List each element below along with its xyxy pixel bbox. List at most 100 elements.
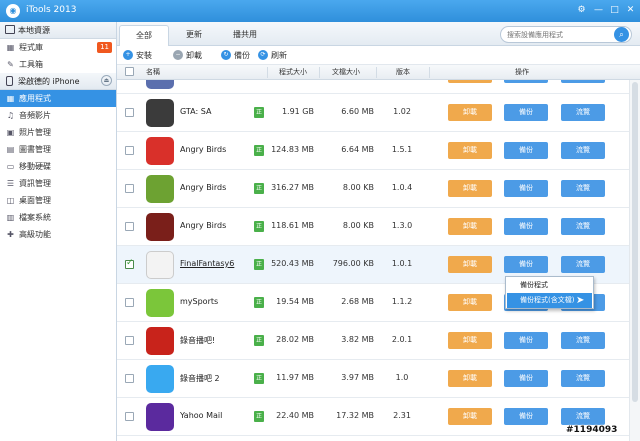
search-input[interactable] <box>500 26 632 43</box>
browse-button[interactable]: 流覽 <box>561 80 605 83</box>
row-checkbox[interactable] <box>125 412 134 421</box>
browse-button[interactable]: 流覽 <box>561 218 605 235</box>
toolbar-button[interactable]: ⟳ 刷新 <box>258 49 287 61</box>
close-button[interactable]: ✕ <box>623 3 638 17</box>
column-app-size[interactable]: 程式大小 <box>279 67 307 77</box>
table-row[interactable]: Angry Birds 正 118.61 MB 8.00 KB 1.3.0 卸載 備份 流覽 <box>117 208 629 246</box>
doc-size: 2.68 MB <box>341 297 374 306</box>
app-version: 1.0 <box>395 373 409 382</box>
sidebar-item-icon: ▥ <box>6 213 15 222</box>
backup-button[interactable]: 備份 <box>504 142 548 159</box>
backup-button[interactable]: 備份 <box>504 104 548 121</box>
browse-button[interactable]: 流覽 <box>561 332 605 349</box>
sidebar-item[interactable]: ☰ 資訊管理 <box>0 175 116 192</box>
backup-button[interactable]: 備份 <box>504 180 548 197</box>
table-row[interactable]: GTA: SA 正 1.91 GB 6.60 MB 1.02 卸載 備份 流覽 <box>117 94 629 132</box>
app-version: 1.0.1 <box>391 259 413 268</box>
browse-button[interactable]: 流覽 <box>561 370 605 387</box>
eject-icon[interactable]: ⏏ <box>101 75 112 86</box>
column-version[interactable]: 版本 <box>396 67 410 77</box>
table-row[interactable]: Space Cube正9.49 MB8.00 KB2.2.1卸載備份流覽 <box>117 80 629 94</box>
browse-button[interactable]: 流覽 <box>561 180 605 197</box>
sidebar-section-local[interactable]: 本地資源 <box>0 22 116 39</box>
browse-button[interactable]: 流覽 <box>561 408 605 425</box>
doc-size: 17.32 MB <box>336 411 374 420</box>
row-checkbox[interactable] <box>125 222 134 231</box>
sidebar-item-icon: ◫ <box>6 196 15 205</box>
row-checkbox[interactable] <box>125 184 134 193</box>
app-icon <box>146 175 174 203</box>
sidebar-item[interactable]: ▦ 應用程式 <box>0 90 116 107</box>
search-icon[interactable]: ⌕ <box>614 27 629 42</box>
sidebar-item[interactable]: ▣ 照片管理 <box>0 124 116 141</box>
tab-shared[interactable]: 播共用 <box>220 25 270 46</box>
sidebar-item[interactable]: ▦ 程式庫 11 <box>0 39 116 56</box>
watermark: #1194093 <box>566 425 618 435</box>
row-checkbox[interactable] <box>125 108 134 117</box>
browse-button[interactable]: 流覽 <box>561 256 605 273</box>
uninstall-button[interactable]: 卸載 <box>448 408 492 425</box>
menu-item-backup-app[interactable]: 備份程式 <box>507 278 592 293</box>
row-checkbox[interactable] <box>125 374 134 383</box>
sidebar-item[interactable]: ♫ 音頻影片 <box>0 107 116 124</box>
app-version: 2.0.1 <box>391 335 413 344</box>
toolbar-button[interactable]: + 安裝 <box>123 49 152 61</box>
title-bar: ◉ iTools 2013 ⚙ — □ ✕ <box>0 0 640 22</box>
column-doc-size[interactable]: 文檔大小 <box>332 67 360 77</box>
settings-icon[interactable]: ⚙ <box>574 3 589 17</box>
table-row[interactable]: Yahoo Mail 正 22.40 MB 17.32 MB 2.31 卸載 備份 流覽 <box>117 398 629 436</box>
scrollbar-thumb[interactable] <box>632 82 638 402</box>
row-checkbox[interactable] <box>125 336 134 345</box>
uninstall-button[interactable]: 卸載 <box>448 256 492 273</box>
sidebar-item[interactable]: ▤ 圖書管理 <box>0 141 116 158</box>
row-checkbox[interactable] <box>125 298 134 307</box>
sidebar-item[interactable]: ▭ 移動硬碟 <box>0 158 116 175</box>
backup-button[interactable]: 備份 <box>504 332 548 349</box>
tab-updates[interactable]: 更新 <box>169 25 219 46</box>
app-list: Space Cube正9.49 MB8.00 KB2.2.1卸載備份流覽GTA:… <box>117 80 629 441</box>
uninstall-button[interactable]: 卸載 <box>448 142 492 159</box>
sidebar-item-icon: ▦ <box>6 43 15 52</box>
uninstall-button[interactable]: 卸載 <box>448 180 492 197</box>
sidebar-section-device[interactable]: 梁啟德的 iPhone ⏏ <box>0 73 116 90</box>
backup-button[interactable]: 備份 <box>504 408 548 425</box>
uninstall-button[interactable]: 卸載 <box>448 80 492 83</box>
sidebar-item-label: 音頻影片 <box>19 111 51 120</box>
uninstall-button[interactable]: 卸載 <box>448 370 492 387</box>
row-checkbox[interactable] <box>125 258 134 269</box>
maximize-button[interactable]: □ <box>607 3 622 17</box>
toolbar-button[interactable]: − 卸載 <box>173 49 202 61</box>
toolbar-icon: ⟳ <box>258 50 268 60</box>
table-row[interactable]: 錄音播吧! 正 28.02 MB 3.82 MB 2.0.1 卸載 備份 流覽 <box>117 322 629 360</box>
sidebar-item[interactable]: ✎ 工具箱 <box>0 56 116 73</box>
tab-all[interactable]: 全部 <box>119 25 169 47</box>
app-version: 1.5.1 <box>391 145 413 154</box>
table-row[interactable]: Angry Birds 正 124.83 MB 6.64 MB 1.5.1 卸載 備份 流覽 <box>117 132 629 170</box>
sidebar-item[interactable]: ✚ 高級功能 <box>0 226 116 243</box>
doc-size: 6.64 MB <box>341 145 374 154</box>
table-row[interactable]: Angry Birds 正 316.27 MB 8.00 KB 1.0.4 卸載 備份 流覽 <box>117 170 629 208</box>
app-name: mySports <box>180 297 219 306</box>
vertical-scrollbar[interactable] <box>629 80 640 441</box>
select-all-checkbox[interactable] <box>125 67 134 76</box>
browse-button[interactable]: 流覽 <box>561 142 605 159</box>
sidebar-item[interactable]: ▥ 檔案系統 <box>0 209 116 226</box>
app-version: 2.31 <box>393 411 411 420</box>
uninstall-button[interactable]: 卸載 <box>448 294 492 311</box>
tab-bar: 全部 更新 播共用 ⌕ <box>117 22 640 47</box>
uninstall-button[interactable]: 卸載 <box>448 332 492 349</box>
app-name: Angry Birds <box>180 221 227 230</box>
backup-button[interactable]: 備份 <box>504 218 548 235</box>
minimize-button[interactable]: — <box>591 3 606 17</box>
browse-button[interactable]: 流覽 <box>561 104 605 121</box>
uninstall-button[interactable]: 卸載 <box>448 104 492 121</box>
uninstall-button[interactable]: 卸載 <box>448 218 492 235</box>
toolbar-button[interactable]: ↻ 備份 <box>221 49 250 61</box>
sidebar-item[interactable]: ◫ 桌面管理 <box>0 192 116 209</box>
table-row[interactable]: 錄音播吧 2 正 11.97 MB 3.97 MB 1.0 卸載 備份 流覽 <box>117 360 629 398</box>
column-name[interactable]: 名稱 <box>146 67 160 77</box>
backup-button[interactable]: 備份 <box>504 256 548 273</box>
backup-button[interactable]: 備份 <box>504 80 548 83</box>
backup-button[interactable]: 備份 <box>504 370 548 387</box>
row-checkbox[interactable] <box>125 146 134 155</box>
